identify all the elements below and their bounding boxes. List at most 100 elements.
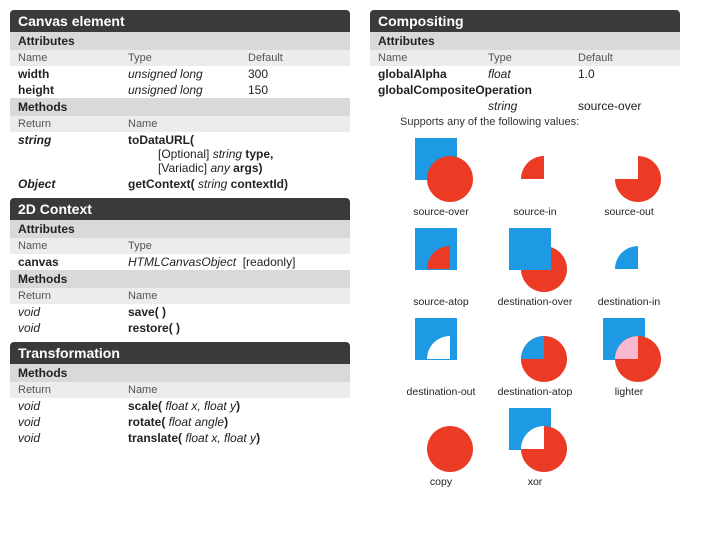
th-type: Type	[480, 50, 570, 66]
compositing-values-note: Supports any of the following values:	[370, 114, 680, 132]
attr-name: canvas	[10, 254, 120, 270]
left-column: Canvas element Attributes Name Type Defa…	[10, 4, 350, 494]
circle-icon	[427, 156, 473, 202]
circle-icon	[615, 156, 661, 202]
th-name: Name	[120, 116, 350, 132]
sub-methods: Methods	[10, 364, 350, 382]
th-default: Default	[240, 50, 350, 66]
swatch-destination-atop: destination-atop	[490, 318, 580, 398]
compositing-swatch-grid: source-over source-in source-out	[370, 132, 680, 494]
swatch-lighter: lighter	[584, 318, 674, 398]
sub-attributes: Attributes	[10, 220, 350, 238]
sig-suffix: )	[256, 431, 260, 445]
table-row: void scale( float x, float y)	[10, 398, 350, 414]
attr-name: globalCompositeOperation	[370, 82, 680, 98]
table-row: void translate( float x, float y)	[10, 430, 350, 446]
arg-prefix: [Variadic]	[158, 161, 210, 175]
swatch-label: destination-atop	[490, 386, 580, 398]
sub-methods: Methods	[10, 98, 350, 116]
table-row: globalCompositeOperation	[370, 82, 680, 98]
attr-type: string	[480, 98, 570, 114]
attr-default: 1.0	[570, 66, 680, 82]
transform-methods-table: Return Name void scale( float x, float y…	[10, 382, 350, 446]
th-default: Default	[570, 50, 680, 66]
square-icon	[509, 228, 551, 270]
swatch-stage	[597, 228, 661, 292]
section-transformation: Transformation	[10, 342, 350, 364]
method-return: void	[10, 414, 120, 430]
circle-icon	[427, 426, 473, 472]
arg-prefix: [Optional]	[158, 147, 213, 161]
swatch-source-atop: source-atop	[396, 228, 486, 308]
table-row: Object getContext( string contextId)	[10, 176, 350, 192]
th-return: Return	[10, 288, 120, 304]
swatch-stage	[409, 138, 473, 202]
circle-overlay-icon	[521, 336, 567, 382]
right-column: Compositing Attributes Name Type Default…	[370, 4, 680, 494]
table-row: width unsigned long 300	[10, 66, 350, 82]
method-arg-type: string	[198, 177, 227, 191]
section-2d-context: 2D Context	[10, 198, 350, 220]
attr-extra: [readonly]	[243, 255, 296, 269]
attr-name: globalAlpha	[370, 66, 480, 82]
circle-cutout-icon	[427, 336, 473, 382]
section-compositing: Compositing	[370, 10, 680, 32]
attr-type: unsigned long	[120, 82, 240, 98]
th-return: Return	[10, 116, 120, 132]
th-name: Name	[10, 238, 120, 254]
table-row: globalAlpha float 1.0	[370, 66, 680, 82]
swatch-stage	[409, 408, 473, 472]
method-arg-line: [Optional] string type,	[128, 147, 342, 161]
swatch-label: copy	[396, 476, 486, 488]
method-name: restore( )	[120, 320, 350, 336]
th-name: Name	[120, 382, 350, 398]
th-type: Type	[120, 238, 350, 254]
arg-type: any	[210, 161, 229, 175]
method-return: void	[10, 398, 120, 414]
table-row: canvas HTMLCanvasObject [readonly]	[10, 254, 350, 270]
th-name: Name	[370, 50, 480, 66]
swatch-label: destination-in	[584, 296, 674, 308]
method-return: void	[10, 430, 120, 446]
context2d-methods-table: Return Name void save( ) void restore( )	[10, 288, 350, 336]
swatch-source-over: source-over	[396, 138, 486, 218]
canvas-attributes-table: Name Type Default width unsigned long 30…	[10, 50, 350, 98]
sig-suffix: )	[224, 415, 228, 429]
sig-args: float angle	[169, 415, 224, 429]
sig-suffix: )	[236, 399, 240, 413]
swatch-label: source-over	[396, 206, 486, 218]
method-return: string	[10, 132, 120, 176]
swatch-source-out: source-out	[584, 138, 674, 218]
table-row: height unsigned long 150	[10, 82, 350, 98]
compositing-attributes-table: Name Type Default globalAlpha float 1.0 …	[370, 50, 680, 114]
attr-default: 300	[240, 66, 350, 82]
method-name: rotate( float angle)	[120, 414, 350, 430]
method-return: Object	[10, 176, 120, 192]
swatch-destination-out: destination-out	[396, 318, 486, 398]
sig-args: float x, float y	[165, 399, 236, 413]
attr-type: unsigned long	[120, 66, 240, 82]
attr-name: width	[10, 66, 120, 82]
context2d-attributes-table: Name Type canvas HTMLCanvasObject [reado…	[10, 238, 350, 270]
swatch-label: lighter	[584, 386, 674, 398]
sub-attributes: Attributes	[10, 32, 350, 50]
swatch-label: xor	[490, 476, 580, 488]
swatch-stage	[503, 228, 567, 292]
circle-icon	[521, 426, 567, 472]
sig-prefix: scale(	[128, 399, 165, 413]
swatch-stage	[409, 318, 473, 382]
attr-type: float	[480, 66, 570, 82]
swatch-source-in: source-in	[490, 138, 580, 218]
method-sig-prefix: getContext(	[128, 177, 198, 191]
circle-overlay-icon	[615, 336, 661, 382]
method-name: translate( float x, float y)	[120, 430, 350, 446]
th-name: Name	[120, 288, 350, 304]
attr-default: 150	[240, 82, 350, 98]
sub-attributes: Attributes	[370, 32, 680, 50]
method-sig-suffix: contextId)	[227, 177, 288, 191]
table-row: void restore( )	[10, 320, 350, 336]
swatch-label: destination-out	[396, 386, 486, 398]
swatch-stage	[503, 408, 567, 472]
swatch-label: source-out	[584, 206, 674, 218]
swatch-destination-in: destination-in	[584, 228, 674, 308]
